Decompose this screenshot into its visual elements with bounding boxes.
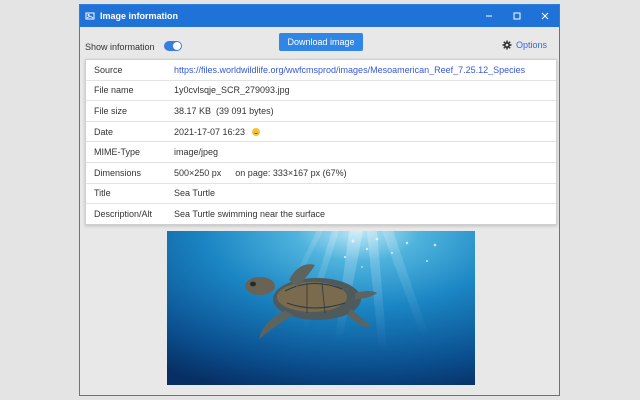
app-icon [82, 5, 98, 27]
maximize-icon[interactable] [503, 5, 531, 27]
info-key: Date [94, 126, 114, 137]
info-row-title: Title Sea Turtle [86, 184, 556, 205]
toolbar: Show information Download image Options [80, 27, 559, 63]
file-name-value: 1y0cvlsqje_SCR_279093.jpg [174, 85, 290, 96]
image-info-window: Image information Show information Downl… [79, 4, 560, 396]
info-row-file-name: File name 1y0cvlsqje_SCR_279093.jpg [86, 81, 556, 102]
show-information-label: Show information [85, 42, 155, 52]
info-row-date: Date 2021-17-07 16:23 [86, 122, 556, 143]
source-link[interactable]: https://files.worldwildlife.org/wwfcmspr… [174, 65, 525, 75]
info-row-dimensions: Dimensions 500×250 px on page: 333×167 px… [86, 163, 556, 184]
dimensions-value: 500×250 px [174, 167, 222, 178]
window-title: Image information [100, 11, 179, 21]
file-size-value: 38.17 KB [174, 105, 212, 116]
title-value: Sea Turtle [174, 188, 216, 199]
description-value: Sea Turtle swimming near the surface [174, 209, 326, 220]
close-icon[interactable] [531, 5, 559, 27]
sea-turtle-picture [167, 231, 475, 385]
options-label: Options [516, 40, 548, 50]
info-key: Dimensions [94, 167, 142, 178]
dimensions-on-page: on page: 333×167 px (67%) [235, 167, 347, 178]
options-button[interactable]: Options [502, 40, 547, 50]
show-information-toggle[interactable] [164, 41, 182, 51]
file-size-bytes: (39 091 bytes) [216, 105, 274, 116]
info-key: Source [94, 64, 123, 75]
info-key: Description/Alt [94, 209, 153, 220]
smiley-icon [252, 127, 261, 136]
minimize-icon[interactable] [475, 5, 503, 27]
gear-icon [502, 40, 512, 50]
date-value: 2021-17-07 16:23 [174, 126, 246, 137]
info-row-description: Description/Alt Sea Turtle swimming near… [86, 204, 556, 225]
info-table: Source https://files.worldwildlife.org/w… [85, 59, 557, 225]
download-image-button[interactable]: Download image [279, 33, 363, 51]
info-key: File name [94, 85, 134, 96]
sea-turtle-image [167, 231, 475, 385]
info-row-mime-type: MIME-Type image/jpeg [86, 142, 556, 163]
info-key: File size [94, 105, 128, 116]
info-row-source: Source https://files.worldwildlife.org/w… [86, 60, 556, 81]
info-key: Title [94, 188, 111, 199]
toggle-knob [173, 42, 181, 50]
mime-type-value: image/jpeg [174, 147, 219, 158]
title-bar: Image information [80, 5, 559, 27]
info-key: MIME-Type [94, 147, 141, 158]
info-row-file-size: File size 38.17 KB (39 091 bytes) [86, 101, 556, 122]
